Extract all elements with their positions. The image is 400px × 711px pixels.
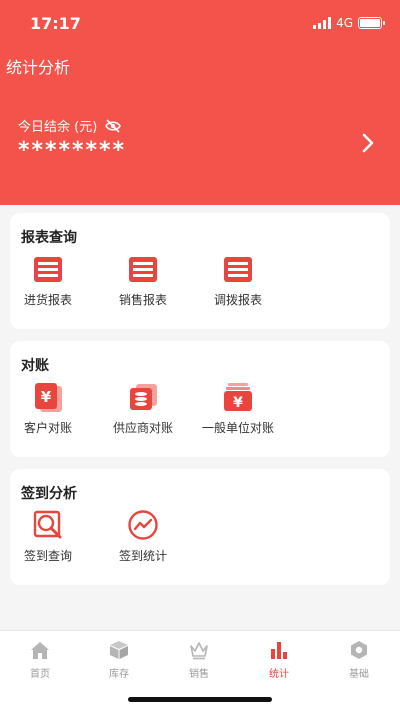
item-label: 销售报表 bbox=[118, 293, 167, 307]
trend-icon bbox=[128, 510, 158, 540]
crown-icon bbox=[190, 642, 208, 660]
balance-label-row: 今日结余 (元) bbox=[18, 116, 122, 135]
tab-label: 基础 bbox=[349, 669, 369, 680]
yen-card-icon: ¥ bbox=[35, 383, 62, 412]
item-label: 调拨报表 bbox=[213, 293, 262, 307]
checkin-query-item[interactable]: 签到查询 bbox=[8, 509, 88, 564]
item-label: 签到统计 bbox=[118, 549, 167, 563]
header-banner: 17:17 4G 统计分析 今日结余 (元) ******** bbox=[0, 0, 400, 205]
tab-statistics[interactable]: 统计 bbox=[249, 639, 309, 680]
tab-label: 统计 bbox=[269, 669, 289, 680]
supplier-stack-icon bbox=[130, 384, 157, 410]
svg-text:¥: ¥ bbox=[233, 395, 243, 411]
tab-basic[interactable]: 基础 bbox=[329, 639, 389, 680]
network-type: 4G bbox=[336, 16, 353, 30]
section-title-reconciliation: 对账 bbox=[21, 358, 49, 374]
balance-value: ******** bbox=[18, 138, 127, 163]
box-icon bbox=[110, 641, 128, 659]
battery-icon bbox=[358, 17, 385, 29]
item-label: 一般单位对账 bbox=[201, 421, 274, 435]
tab-label: 销售 bbox=[189, 669, 209, 680]
item-label: 供应商对账 bbox=[112, 421, 173, 435]
reconciliation-card: 对账 ¥ 客户对账 供应商对账 ¥ 一般单位对账 bbox=[10, 341, 390, 457]
home-icon bbox=[31, 642, 49, 659]
signal-icon bbox=[313, 17, 332, 29]
hexagon-icon bbox=[351, 641, 367, 659]
svg-text:¥: ¥ bbox=[41, 388, 52, 406]
checkin-card: 签到分析 签到查询 签到统计 bbox=[10, 469, 390, 585]
eye-hidden-icon[interactable] bbox=[105, 118, 122, 133]
supplier-reconciliation-item[interactable]: 供应商对账 bbox=[103, 381, 183, 436]
reports-card: 报表查询 进货报表 销售报表 调拨报表 bbox=[10, 213, 390, 329]
item-label: 签到查询 bbox=[23, 549, 72, 563]
balance-label: 今日结余 (元) bbox=[18, 120, 98, 135]
item-label: 客户对账 bbox=[23, 421, 72, 435]
checkin-stats-item[interactable]: 签到统计 bbox=[103, 509, 183, 564]
status-time: 17:17 bbox=[30, 14, 81, 33]
sales-report-item[interactable]: 销售报表 bbox=[103, 253, 183, 308]
status-bar: 17:17 4G bbox=[0, 0, 400, 46]
report-icon bbox=[129, 257, 157, 282]
section-title-checkin: 签到分析 bbox=[21, 486, 77, 502]
report-icon bbox=[224, 257, 252, 282]
section-title-reports: 报表查询 bbox=[21, 230, 77, 246]
status-indicators: 4G bbox=[313, 16, 385, 30]
page-title: 统计分析 bbox=[6, 58, 71, 77]
chevron-right-icon[interactable] bbox=[358, 128, 378, 158]
tab-label: 首页 bbox=[30, 669, 50, 680]
item-label: 进货报表 bbox=[23, 293, 72, 307]
tab-home[interactable]: 首页 bbox=[10, 639, 70, 680]
customer-reconciliation-item[interactable]: ¥ 客户对账 bbox=[8, 381, 88, 436]
purchase-report-item[interactable]: 进货报表 bbox=[8, 253, 88, 308]
yen-box-icon: ¥ bbox=[224, 383, 252, 411]
home-indicator[interactable] bbox=[128, 697, 272, 702]
report-icon bbox=[34, 257, 62, 282]
search-icon bbox=[33, 510, 62, 539]
transfer-report-item[interactable]: 调拨报表 bbox=[198, 253, 278, 308]
tab-inventory[interactable]: 库存 bbox=[89, 639, 149, 680]
general-unit-reconciliation-item[interactable]: ¥ 一般单位对账 bbox=[198, 381, 278, 436]
bar-chart-icon bbox=[271, 642, 287, 659]
tab-sales[interactable]: 销售 bbox=[169, 639, 229, 680]
tab-label: 库存 bbox=[109, 669, 129, 680]
